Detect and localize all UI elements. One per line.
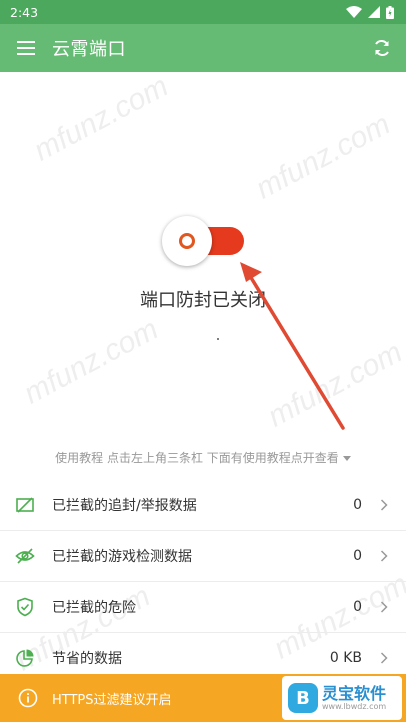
stat-value: 0 bbox=[353, 599, 362, 615]
eye-off-icon bbox=[15, 548, 35, 564]
logo-name: 灵宝软件 bbox=[322, 683, 387, 703]
info-icon bbox=[18, 688, 38, 708]
stat-value: 0 bbox=[353, 548, 362, 564]
chevron-right-icon bbox=[380, 550, 388, 562]
stat-label: 已拦截的追封/举报数据 bbox=[52, 498, 197, 514]
logo-text: 灵宝软件 www.lbwdz.com bbox=[322, 685, 386, 712]
chevron-right-icon bbox=[380, 499, 388, 511]
shield-check-icon bbox=[17, 597, 33, 617]
tutorial-hint-text: 使用教程 点击左上角三条杠 下面有使用教程点开查看 bbox=[55, 451, 339, 465]
site-logo: B 灵宝软件 www.lbwdz.com bbox=[282, 676, 402, 720]
tutorial-hint[interactable]: 使用教程 点击左上角三条杠 下面有使用教程点开查看 bbox=[0, 449, 406, 466]
blocked-report-icon bbox=[16, 497, 34, 513]
stat-label: 已拦截的危险 bbox=[52, 600, 136, 616]
logo-url: www.lbwdz.com bbox=[322, 702, 387, 712]
chevron-right-icon bbox=[380, 652, 388, 664]
stat-value: 0 bbox=[353, 497, 362, 513]
pie-chart-icon bbox=[16, 649, 34, 667]
stat-row-threats[interactable]: 已拦截的危险 0 bbox=[0, 582, 406, 633]
stat-row-blocked-reports[interactable]: 已拦截的追封/举报数据 0 bbox=[0, 480, 406, 531]
banner-text: HTTPS过滤建议开启 bbox=[52, 692, 172, 708]
logo-badge-icon: B bbox=[288, 683, 318, 713]
stats-list: 已拦截的追封/举报数据 0 已拦截的游戏检测数据 0 已拦截的危险 0 节省的数… bbox=[0, 480, 406, 684]
stat-label: 节省的数据 bbox=[52, 651, 122, 667]
chevron-right-icon bbox=[380, 601, 388, 613]
caret-down-icon bbox=[342, 456, 351, 461]
stat-label: 已拦截的游戏检测数据 bbox=[52, 549, 192, 565]
stat-row-game-detection[interactable]: 已拦截的游戏检测数据 0 bbox=[0, 531, 406, 582]
stat-value: 0 KB bbox=[329, 650, 362, 666]
